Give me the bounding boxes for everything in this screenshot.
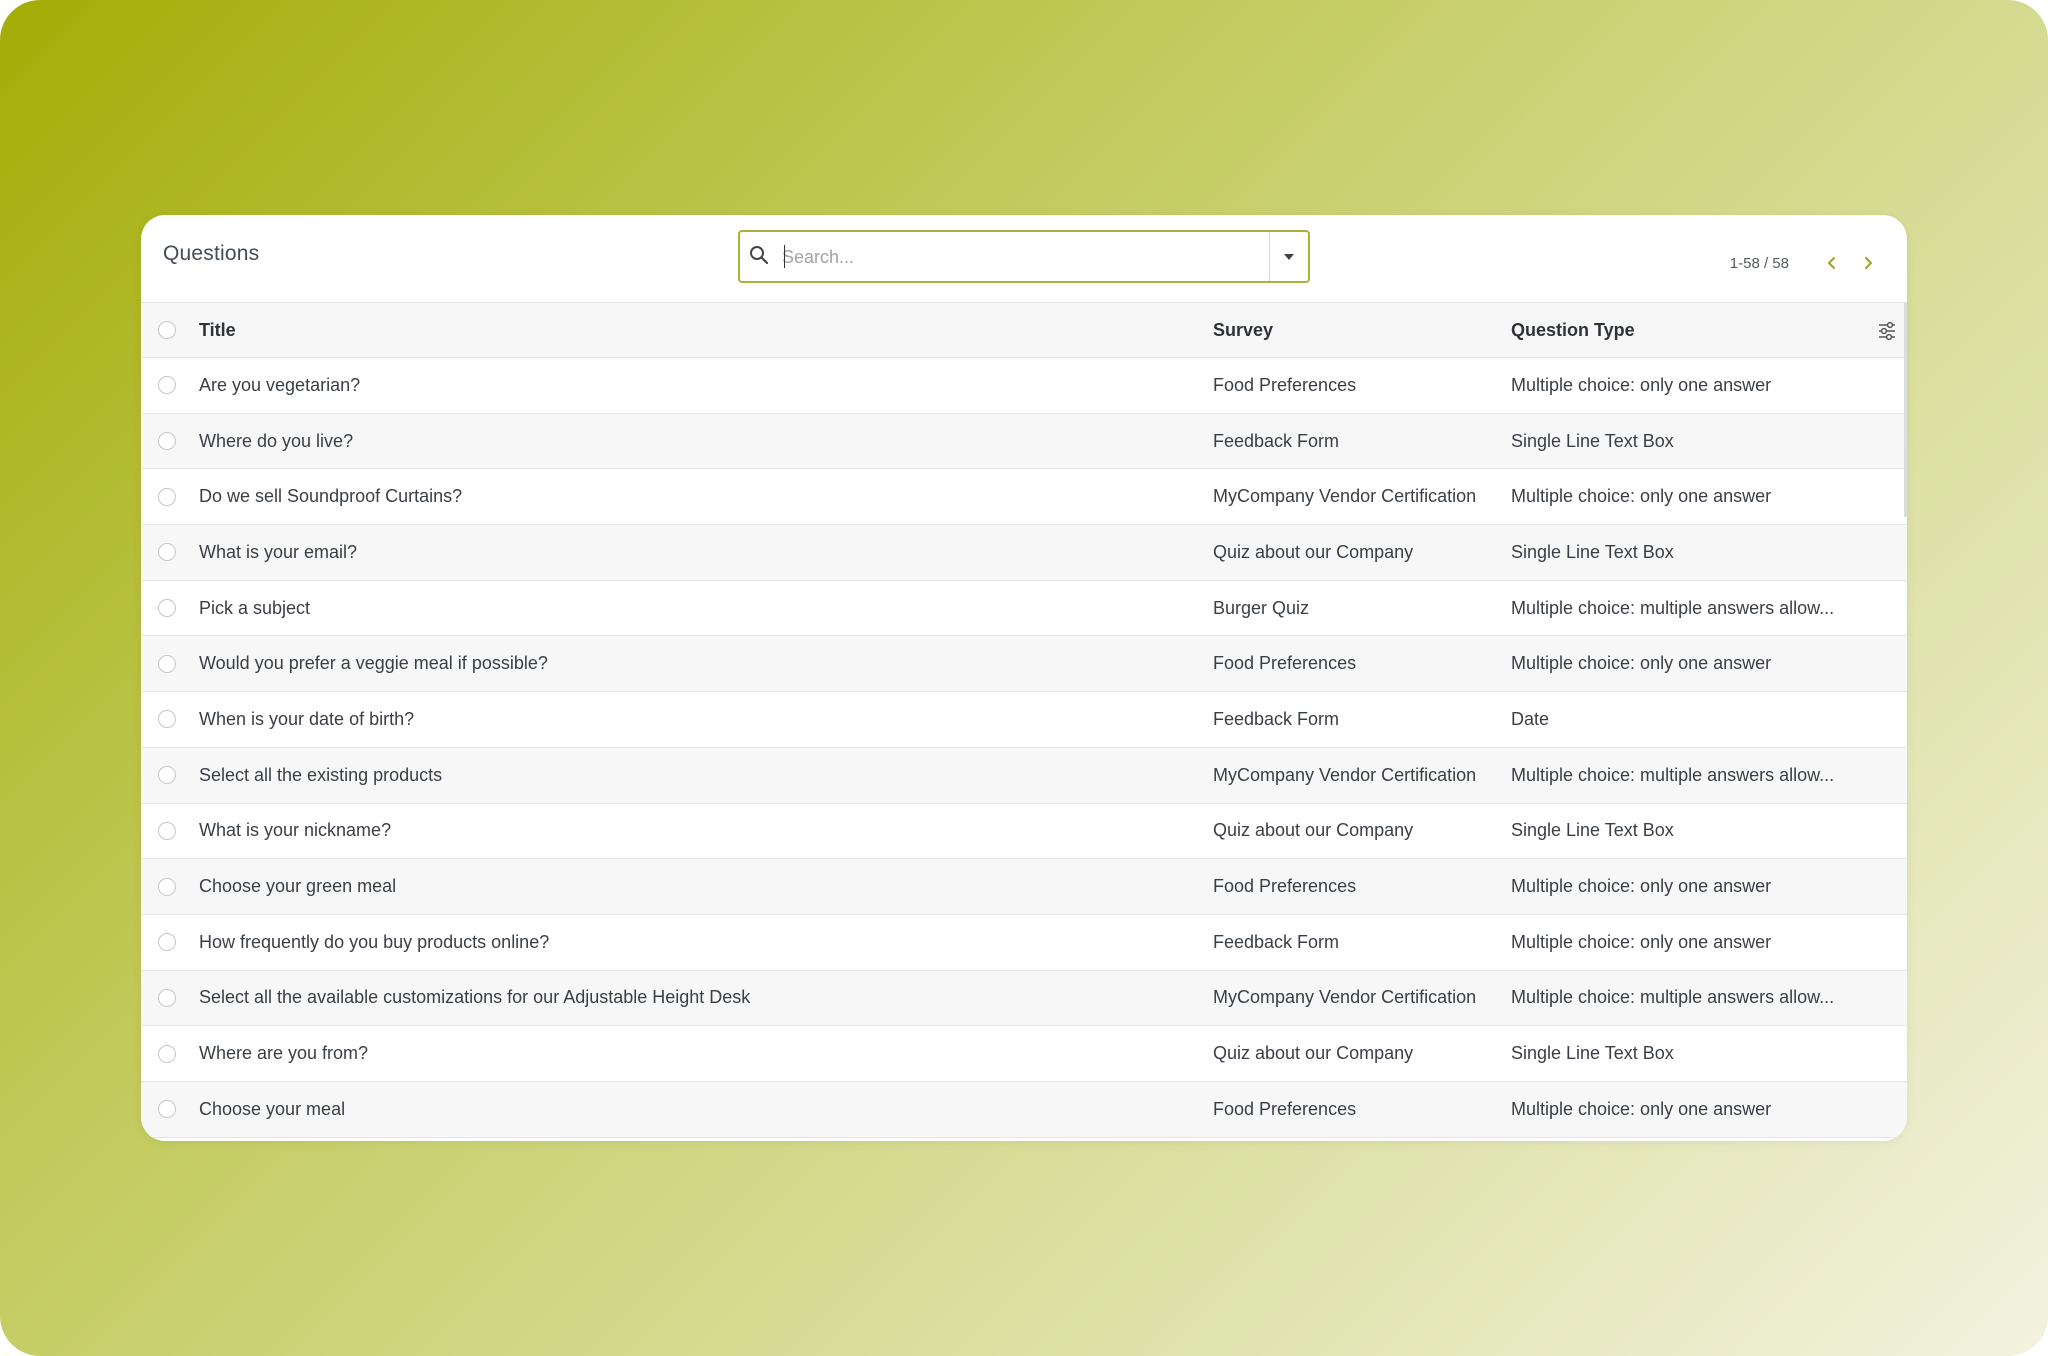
row-title: Choose your green meal: [199, 876, 397, 897]
table-row[interactable]: Choose your meal Food Preferences Multip…: [141, 1081, 1907, 1138]
row-question-type: Single Line Text Box: [1511, 541, 1674, 562]
row-title: When is your date of birth?: [199, 708, 415, 729]
search-box: [738, 230, 1310, 283]
page-title: Questions: [163, 242, 260, 265]
table-row[interactable]: Are you vegetarian? Food Preferences Mul…: [141, 358, 1907, 414]
row-survey: MyCompany Vendor Certification: [1213, 764, 1477, 785]
row-question-type: Date: [1511, 708, 1550, 729]
row-question-type: Multiple choice: only one answer: [1511, 486, 1772, 507]
row-survey: Food Preferences: [1213, 1098, 1357, 1119]
search-options-toggle[interactable]: [1270, 232, 1308, 281]
caret-down-icon: [1284, 253, 1294, 260]
row-question-type: Single Line Text Box: [1511, 1043, 1674, 1064]
row-question-type: Single Line Text Box: [1511, 820, 1674, 841]
row-checkbox[interactable]: [158, 1100, 176, 1119]
table-row[interactable]: Select all the available customizations …: [141, 970, 1907, 1027]
select-all-checkbox[interactable]: [158, 321, 176, 339]
row-survey: Burger Quiz: [1213, 597, 1310, 618]
table-row[interactable]: What is your email? Quiz about our Compa…: [141, 525, 1907, 581]
row-question-type: Single Line Text Box: [1511, 430, 1674, 451]
row-survey: Feedback Form: [1213, 931, 1340, 952]
questions-table: Title Survey Question Type Are you veget…: [141, 302, 1907, 1138]
table-row[interactable]: Do we sell Soundproof Curtains? MyCompan…: [141, 469, 1907, 526]
row-checkbox[interactable]: [158, 432, 176, 451]
row-title: Select all the existing products: [199, 764, 443, 785]
table-row[interactable]: Would you prefer a veggie meal if possib…: [141, 636, 1907, 693]
vertical-scrollbar[interactable]: [1904, 302, 1907, 517]
row-title: Would you prefer a veggie meal if possib…: [199, 653, 548, 674]
row-title: Choose your meal: [199, 1098, 346, 1119]
table-row[interactable]: When is your date of birth? Feedback For…: [141, 692, 1907, 748]
row-question-type: Multiple choice: only one answer: [1511, 931, 1772, 952]
row-survey: Feedback Form: [1213, 708, 1340, 729]
row-question-type: Multiple choice: only one answer: [1511, 374, 1772, 395]
row-title: Are you vegetarian?: [199, 374, 361, 395]
row-title: Do we sell Soundproof Curtains?: [199, 486, 463, 507]
row-title: Where are you from?: [199, 1043, 369, 1064]
row-title: What is your nickname?: [199, 820, 392, 841]
row-checkbox[interactable]: [158, 821, 176, 840]
row-checkbox[interactable]: [158, 988, 176, 1007]
row-survey: MyCompany Vendor Certification: [1213, 987, 1477, 1008]
column-header-question-type[interactable]: Question Type: [1511, 303, 1851, 357]
row-survey: MyCompany Vendor Certification: [1213, 486, 1477, 507]
table-row[interactable]: What is your nickname? Quiz about our Co…: [141, 803, 1907, 860]
pager-next-button[interactable]: [1857, 251, 1879, 275]
table-row[interactable]: How frequently do you buy products onlin…: [141, 914, 1907, 971]
row-question-type: Multiple choice: only one answer: [1511, 1098, 1772, 1119]
row-checkbox[interactable]: [158, 766, 176, 785]
row-survey: Food Preferences: [1213, 374, 1357, 395]
control-panel: Questions 1-58 / 58: [141, 215, 1907, 302]
table-body: Are you vegetarian? Food Preferences Mul…: [141, 358, 1907, 1138]
table-row[interactable]: Choose your green meal Food Preferences …: [141, 859, 1907, 915]
row-question-type: Multiple choice: multiple answers allow.…: [1511, 764, 1835, 785]
row-question-type: Multiple choice: only one answer: [1511, 876, 1772, 897]
row-survey: Quiz about our Company: [1213, 541, 1414, 562]
row-checkbox[interactable]: [158, 543, 176, 562]
search-input[interactable]: [780, 241, 1264, 273]
table-row[interactable]: Pick a subject Burger Quiz Multiple choi…: [141, 580, 1907, 637]
table-row[interactable]: Where do you live? Feedback Form Single …: [141, 413, 1907, 470]
pager-value[interactable]: 1-58 / 58: [1730, 255, 1789, 272]
search-icon: [750, 246, 769, 265]
row-survey: Food Preferences: [1213, 653, 1357, 674]
column-header-survey[interactable]: Survey: [1213, 303, 1503, 357]
row-checkbox[interactable]: [158, 599, 176, 618]
row-survey: Feedback Form: [1213, 430, 1340, 451]
row-checkbox[interactable]: [158, 710, 176, 729]
row-checkbox[interactable]: [158, 933, 176, 952]
table-row[interactable]: Where are you from? Quiz about our Compa…: [141, 1026, 1907, 1082]
table-header: Title Survey Question Type: [141, 302, 1907, 358]
row-checkbox[interactable]: [158, 487, 176, 506]
row-survey: Quiz about our Company: [1213, 820, 1414, 841]
row-title: What is your email?: [199, 541, 358, 562]
row-title: Pick a subject: [199, 597, 311, 618]
chevron-left-icon: [1828, 257, 1835, 269]
row-survey: Quiz about our Company: [1213, 1043, 1414, 1064]
row-checkbox[interactable]: [158, 877, 176, 896]
row-question-type: Multiple choice: multiple answers allow.…: [1511, 597, 1835, 618]
row-checkbox[interactable]: [158, 1044, 176, 1063]
row-title: Select all the available customizations …: [199, 987, 751, 1008]
text-cursor: [784, 245, 785, 268]
table-row[interactable]: Select all the existing products MyCompa…: [141, 747, 1907, 804]
row-survey: Food Preferences: [1213, 876, 1357, 897]
row-checkbox[interactable]: [158, 654, 176, 673]
chevron-right-icon: [1865, 257, 1872, 269]
pager-previous-button[interactable]: [1821, 251, 1843, 275]
row-question-type: Multiple choice: multiple answers allow.…: [1511, 987, 1835, 1008]
row-title: Where do you live?: [199, 430, 354, 451]
sliders-icon[interactable]: [1877, 321, 1897, 341]
row-title: How frequently do you buy products onlin…: [199, 931, 550, 952]
background-frame: Questions 1-58 / 58: [0, 0, 2048, 1356]
questions-list-view: Questions 1-58 / 58: [141, 215, 1907, 1141]
column-header-title[interactable]: Title: [199, 303, 1199, 357]
row-question-type: Multiple choice: only one answer: [1511, 653, 1772, 674]
row-checkbox[interactable]: [158, 376, 176, 395]
pager: 1-58 / 58: [1730, 251, 1879, 275]
